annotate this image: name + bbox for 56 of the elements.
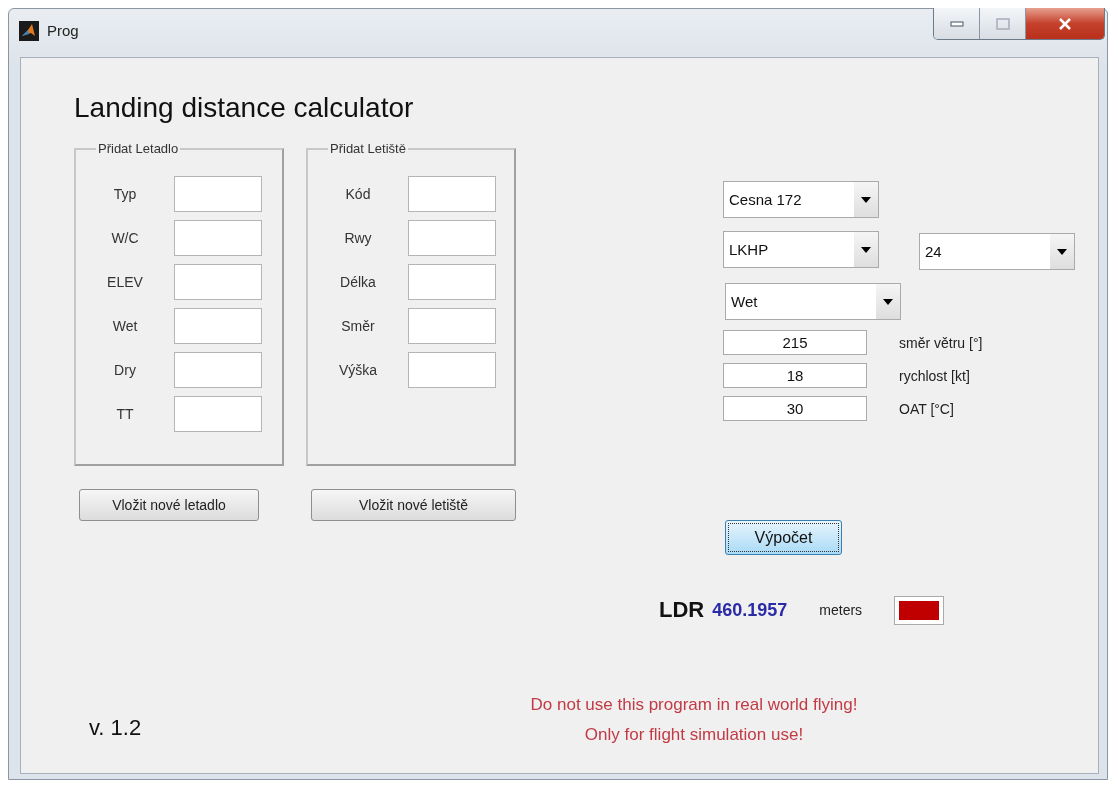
close-button[interactable] — [1026, 8, 1104, 39]
maximize-button[interactable] — [980, 8, 1026, 39]
version-label: v. 1.2 — [89, 715, 143, 741]
caret-icon — [883, 298, 893, 305]
field-label: Wet — [111, 318, 139, 334]
calculate-button[interactable]: Výpočet — [725, 520, 842, 555]
add-button[interactable]: Vložit nové letiště — [311, 489, 516, 521]
input-label: rychlost [kt] — [899, 367, 970, 384]
maximize-icon — [995, 17, 1010, 30]
field-label: Kód — [344, 186, 372, 202]
input-field[interactable] — [408, 308, 496, 344]
group-title: Přidat Letadlo — [96, 141, 181, 156]
caret-icon — [861, 196, 871, 203]
input-field[interactable] — [408, 176, 496, 212]
field-label: Výška — [337, 362, 379, 378]
field-label: Typ — [112, 186, 138, 202]
caret-icon — [1057, 248, 1067, 255]
add-button[interactable]: Vložit nové letadlo — [79, 489, 259, 521]
unit-label: meters — [819, 602, 863, 618]
field-label: Rwy — [343, 230, 373, 246]
field-label: W/C — [110, 230, 140, 246]
input-field[interactable] — [174, 220, 262, 256]
input-field[interactable] — [408, 264, 496, 300]
input-field[interactable] — [408, 352, 496, 388]
field-label: Směr — [340, 318, 376, 334]
input-field[interactable] — [174, 176, 262, 212]
input-field[interactable] — [174, 308, 262, 344]
input-field[interactable]: 30 — [723, 396, 867, 421]
input-label: směr větru [°] — [899, 334, 983, 351]
minimize-icon — [949, 20, 964, 27]
input-label: OAT [°C] — [899, 400, 954, 417]
app-icon — [19, 21, 39, 41]
input-field[interactable] — [174, 352, 262, 388]
window-title: Prog — [47, 22, 79, 39]
surface-dropdown[interactable]: Wet — [725, 283, 901, 320]
minimize-button[interactable] — [934, 8, 980, 39]
input-field[interactable]: 18 — [723, 363, 867, 388]
input-field[interactable] — [408, 220, 496, 256]
airport-dropdown[interactable]: LKHP — [723, 231, 879, 268]
caret-icon — [861, 246, 871, 253]
input-field[interactable] — [174, 396, 262, 432]
aircraft-dropdown[interactable]: Cesna 172 — [723, 181, 879, 218]
result-value: 460.1957 — [712, 599, 788, 621]
close-icon — [1058, 17, 1072, 30]
field-label: Délka — [339, 274, 377, 290]
warning-text: Do not use this program in real world flying! — [530, 695, 858, 715]
field-label: Dry — [113, 362, 137, 378]
input-field[interactable] — [174, 264, 262, 300]
runway-dropdown[interactable]: 24 — [919, 233, 1075, 270]
result-label: LDR — [659, 597, 705, 623]
warning-text: Only for flight simulation use! — [584, 725, 804, 745]
input-field[interactable]: 215 — [723, 330, 867, 355]
app-heading: Landing distance calculator — [74, 91, 415, 125]
group-title: Přidat Letiště — [328, 141, 408, 156]
field-label: ELEV — [106, 274, 144, 290]
field-label: TT — [115, 406, 135, 422]
